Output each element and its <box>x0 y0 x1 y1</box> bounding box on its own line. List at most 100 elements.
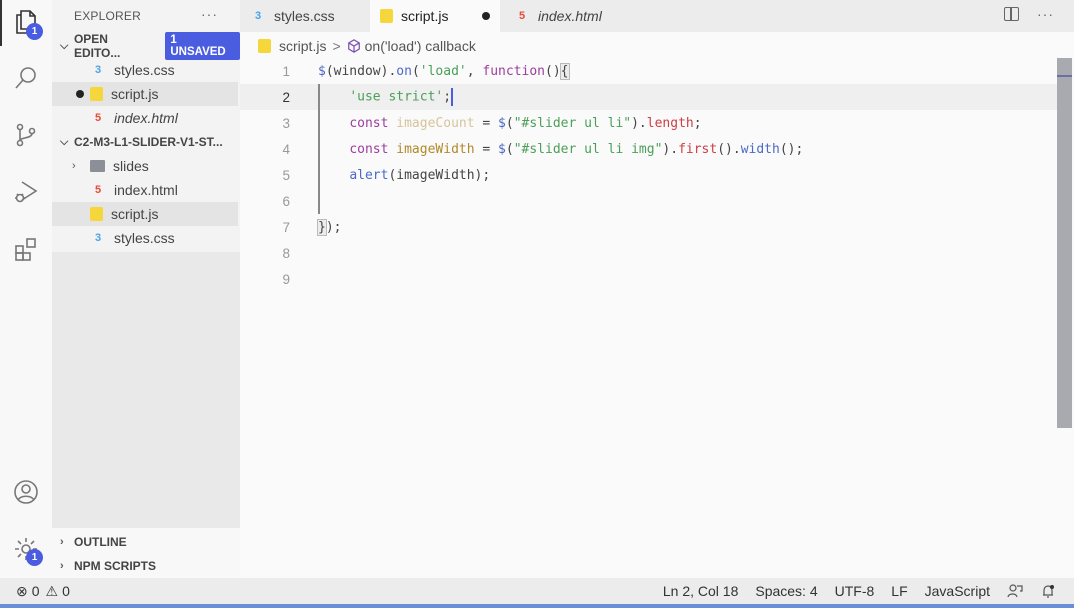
css-file-icon: 3 <box>94 232 102 244</box>
file-name: styles.css <box>114 62 175 78</box>
chevron-down-icon: ⌵ <box>60 39 69 52</box>
chevron-right-icon: › <box>60 536 64 548</box>
end-of-line[interactable]: LF <box>891 583 907 599</box>
chevron-right-icon: › <box>60 560 64 572</box>
code-line: 7 }); <box>240 214 1058 240</box>
folder-item[interactable]: › slides <box>52 154 238 178</box>
line-number: 5 <box>282 167 290 183</box>
breadcrumb-symbol[interactable]: on('load') callback <box>365 38 476 54</box>
line-number: 2 <box>282 89 290 105</box>
css-file-icon: 3 <box>254 10 262 22</box>
file-item[interactable]: 3 styles.css <box>52 226 238 250</box>
cursor-position-marker <box>1057 75 1072 77</box>
warning-icon: ⚠ <box>45 582 59 599</box>
split-editor-icon[interactable] <box>1004 7 1019 21</box>
indent-guide <box>318 84 320 214</box>
explorer-header: EXPLORER ··· <box>52 0 240 32</box>
html-file-icon: 5 <box>94 112 102 124</box>
breadcrumb-file[interactable]: script.js <box>279 38 326 54</box>
account-icon[interactable] <box>10 476 42 508</box>
outline-label: OUTLINE <box>74 535 127 549</box>
npm-scripts-label: NPM SCRIPTS <box>74 559 157 573</box>
feedback-icon[interactable] <box>1007 583 1023 599</box>
file-name: styles.css <box>114 230 175 246</box>
line-number: 8 <box>282 245 290 261</box>
line-number: 4 <box>282 141 290 157</box>
code-text: $(window).on('load', function(){ <box>318 62 570 80</box>
file-item[interactable]: 5 index.html <box>52 178 238 202</box>
notifications-bell-icon[interactable] <box>1040 583 1056 599</box>
line-number: 7 <box>282 219 290 235</box>
code-line: 1 $(window).on('load', function(){ <box>240 58 1058 84</box>
code-line: 6 <box>240 188 1058 214</box>
file-name: script.js <box>111 86 159 102</box>
extensions-icon[interactable] <box>10 233 42 265</box>
code-text: const imageCount = $("#slider ul li").le… <box>349 115 702 131</box>
more-actions-icon[interactable]: ··· <box>1037 6 1054 22</box>
open-editor-item[interactable]: script.js <box>52 82 238 106</box>
js-file-icon <box>90 87 103 101</box>
sidebar-bottom-panels: › OUTLINE › NPM SCRIPTS <box>52 528 240 578</box>
search-icon[interactable] <box>10 62 42 94</box>
code-editor[interactable]: 1 $(window).on('load', function(){ 2 'us… <box>240 58 1058 578</box>
code-line: 8 <box>240 240 1058 266</box>
code-text: 'use strict'; <box>349 88 453 106</box>
code-text: alert(imageWidth); <box>349 167 491 183</box>
tab-script-js[interactable]: script.js <box>370 0 500 32</box>
tab-index-html[interactable]: 5 index.html <box>504 0 634 32</box>
status-right: Ln 2, Col 18 Spaces: 4 UTF-8 LF JavaScri… <box>663 583 1056 599</box>
tab-label: styles.css <box>274 8 335 24</box>
code-line: 5 alert(imageWidth); <box>240 162 1058 188</box>
code-text: const imageWidth = $("#slider ul li img"… <box>349 141 804 157</box>
file-name: index.html <box>114 182 178 198</box>
outline-section[interactable]: › OUTLINE <box>52 530 240 554</box>
html-file-icon: 5 <box>94 184 102 196</box>
more-actions-icon[interactable]: ··· <box>201 6 218 22</box>
open-editors-section[interactable]: ⌵ OPEN EDITO... 1 UNSAVED <box>52 32 240 60</box>
js-file-icon <box>258 39 271 53</box>
editor-tab-bar: 3 styles.css script.js 5 index.html ··· <box>240 0 1074 32</box>
warning-count: 0 <box>62 583 70 599</box>
settings-badge: 1 <box>26 549 43 566</box>
encoding[interactable]: UTF-8 <box>835 583 875 599</box>
problems-indicator[interactable]: ⊗ 0 ⚠ 0 <box>16 583 70 600</box>
run-debug-icon[interactable] <box>10 176 42 208</box>
line-number: 3 <box>282 115 290 131</box>
open-editor-item[interactable]: 5 index.html <box>52 106 238 130</box>
open-editors-label: OPEN EDITO... <box>73 32 121 60</box>
activity-bar: 1 1 <box>0 0 52 578</box>
language-mode[interactable]: JavaScript <box>925 583 990 599</box>
line-number: 1 <box>282 63 290 79</box>
js-file-icon <box>380 9 393 23</box>
unsaved-dot-icon[interactable] <box>482 12 490 20</box>
code-text: }); <box>317 218 342 236</box>
tab-label: script.js <box>401 8 449 24</box>
open-editor-item[interactable]: 3 styles.css <box>52 58 238 82</box>
cursor-position[interactable]: Ln 2, Col 18 <box>663 583 739 599</box>
tab-label: index.html <box>538 8 602 24</box>
html-file-icon: 5 <box>518 10 526 22</box>
file-name: script.js <box>111 206 159 222</box>
npm-scripts-section[interactable]: › NPM SCRIPTS <box>52 554 240 578</box>
file-item[interactable]: script.js <box>52 202 238 226</box>
unsaved-dot-icon <box>76 90 84 98</box>
explorer-sidebar: EXPLORER ··· ⌵ OPEN EDITO... 1 UNSAVED 3… <box>52 0 240 578</box>
source-control-icon[interactable] <box>10 119 42 151</box>
error-count: 0 <box>31 583 40 599</box>
line-number: 6 <box>282 193 290 209</box>
js-file-icon <box>90 207 103 221</box>
folder-icon <box>90 160 105 172</box>
indentation[interactable]: Spaces: 4 <box>755 583 817 599</box>
editor-scrollbar[interactable] <box>1057 58 1072 428</box>
chevron-down-icon: ⌵ <box>60 135 69 148</box>
breadcrumb: script.js > on('load') callback <box>258 36 476 56</box>
error-icon: ⊗ <box>16 582 28 599</box>
folder-label: C2-M3-L1-SLIDER-V1-ST... <box>74 135 223 149</box>
tab-styles-css[interactable]: 3 styles.css <box>240 0 370 32</box>
breadcrumb-separator: > <box>332 38 341 54</box>
code-line: 9 <box>240 266 1058 292</box>
folder-section[interactable]: ⌵ C2-M3-L1-SLIDER-V1-ST... <box>52 130 240 154</box>
code-line: 3 const imageCount = $("#slider ul li").… <box>240 110 1058 136</box>
status-bar: ⊗ 0 ⚠ 0 Ln 2, Col 18 Spaces: 4 UTF-8 LF … <box>0 578 1074 604</box>
chevron-right-icon: › <box>72 160 76 172</box>
